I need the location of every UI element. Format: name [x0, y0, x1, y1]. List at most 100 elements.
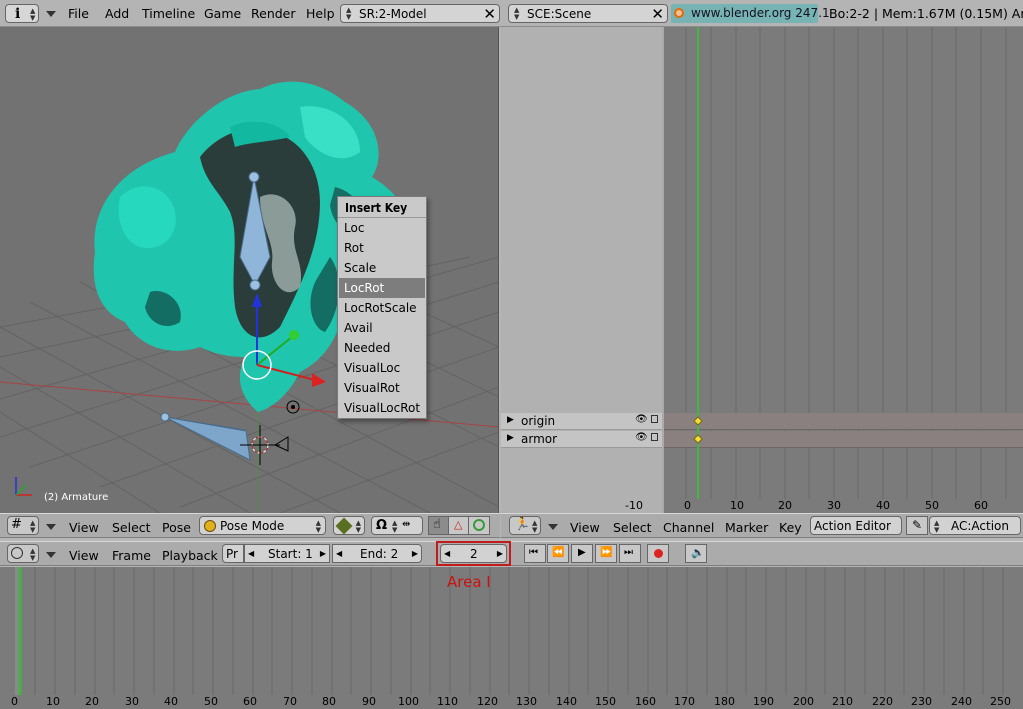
info-icon: i: [15, 6, 21, 22]
play-button[interactable]: ▶: [571, 544, 593, 563]
menu-item-loc[interactable]: Loc: [339, 218, 425, 238]
record-button[interactable]: [647, 544, 669, 563]
action-frame-ruler: -10 0 10 20 30 40 50 60: [625, 499, 988, 512]
rotate-manipulator[interactable]: [468, 516, 490, 535]
menu-pose[interactable]: Pose: [162, 520, 191, 535]
menu-item-scale[interactable]: Scale: [339, 258, 425, 278]
draw-type-selector[interactable]: ▲ ▼: [333, 516, 365, 535]
menu-item-avail[interactable]: Avail: [339, 318, 425, 338]
pin-toggle[interactable]: ✎: [906, 516, 928, 535]
preview-range-toggle[interactable]: Pr: [222, 544, 244, 563]
updown-icon: ▲ ▼: [355, 519, 361, 534]
keyframe-diamond[interactable]: [693, 416, 703, 426]
menu-view[interactable]: View: [570, 520, 600, 535]
updown-icon: ▲ ▼: [315, 519, 321, 534]
decrement-icon[interactable]: ◀: [248, 549, 254, 558]
action-editor[interactable]: ▶ origin 👁 ▶ armor 👁 -10 0 10 20 30 40 5…: [501, 27, 1023, 513]
next-key-button[interactable]: ⏩: [595, 544, 617, 563]
audio-sync-button[interactable]: 🔈: [685, 544, 707, 563]
top-menu-bar: i ▲ ▼ File Add Timeline Game Render Help …: [0, 0, 1023, 27]
pivot-selector[interactable]: Ω ▲ ▼ ⇹: [371, 516, 423, 535]
updown-icon: ▲ ▼: [30, 547, 36, 562]
scene-selector[interactable]: ▲ ▼ SCE:Scene ✕: [508, 4, 668, 23]
screen-selector[interactable]: ▲ ▼ SR:2-Model ✕: [340, 4, 500, 23]
jump-start-icon: ⏮: [529, 547, 538, 558]
end-frame-field[interactable]: ◀ End: 2 ▶: [332, 544, 422, 563]
menu-item-visuallocrot[interactable]: VisualLocRot: [339, 398, 425, 418]
snap-icon: ⇹: [402, 519, 411, 530]
menu-playback[interactable]: Playback: [162, 548, 218, 563]
menu-select[interactable]: Select: [112, 520, 151, 535]
menu-key[interactable]: Key: [779, 520, 802, 535]
lamp-object[interactable]: [286, 400, 300, 414]
timeline-frame-ruler: 0 10 20 30 40 50 60 70 80 90 100 110 120…: [0, 695, 1023, 709]
menu-item-rot[interactable]: Rot: [339, 238, 425, 258]
editor-mode-label: Action Editor: [814, 519, 891, 533]
menu-view[interactable]: View: [69, 520, 99, 535]
jump-end-icon: ⏭: [624, 547, 633, 558]
menu-marker[interactable]: Marker: [725, 520, 768, 535]
menu-item-locrotscale[interactable]: LocRotScale: [339, 298, 425, 318]
jump-start-button[interactable]: ⏮: [524, 544, 546, 563]
action-selector[interactable]: ▲ ▼ AC:Action: [929, 516, 1021, 535]
menu-game[interactable]: Game: [204, 6, 241, 21]
menu-item-needed[interactable]: Needed: [339, 338, 425, 358]
menu-file[interactable]: File: [68, 6, 89, 21]
editor-type-button[interactable]: 🏃 ▲ ▼: [509, 516, 541, 535]
pivot-icon: Ω: [376, 518, 388, 533]
collapse-menu-icon[interactable]: [46, 11, 56, 17]
menu-timeline[interactable]: Timeline: [142, 6, 195, 21]
manipulator-toggle[interactable]: ☝: [428, 516, 450, 535]
scene-name: SCE:Scene: [527, 7, 592, 21]
timeline-area[interactable]: 0 10 20 30 40 50 60 70 80 90 100 110 120…: [0, 567, 1023, 709]
grid-icon: #: [11, 517, 22, 532]
close-screen-icon[interactable]: ✕: [483, 5, 496, 23]
jump-end-button[interactable]: ⏭: [619, 544, 641, 563]
close-scene-icon[interactable]: ✕: [651, 5, 664, 23]
camera-object[interactable]: [273, 436, 289, 452]
menu-render[interactable]: Render: [251, 6, 296, 21]
decrement-icon[interactable]: ◀: [336, 549, 342, 558]
axis-gizmo: [15, 477, 32, 496]
editor-type-button[interactable]: ▲ ▼: [7, 544, 39, 563]
mode-selector[interactable]: Pose Mode ▲ ▼: [199, 516, 326, 535]
window-type-button[interactable]: i ▲ ▼: [5, 4, 39, 23]
start-frame-field[interactable]: ◀ Start: 1 ▶: [244, 544, 330, 563]
hand-icon: ☝: [433, 517, 441, 532]
insert-key-menu: Insert Key Loc Rot Scale LocRot LocRotSc…: [337, 196, 427, 419]
menu-help[interactable]: Help: [306, 6, 335, 21]
insert-key-title: Insert Key: [338, 197, 426, 218]
action-icon: 🏃: [514, 517, 531, 532]
editor-type-button[interactable]: # ▲ ▼: [7, 516, 39, 535]
action-editor-header: 🏃 ▲ ▼ View Select Channel Marker Key Acti…: [501, 513, 1023, 538]
increment-icon[interactable]: ▶: [320, 549, 326, 558]
editor-mode-selector[interactable]: Action Editor: [810, 516, 902, 535]
pose-mode-icon: [204, 520, 216, 532]
start-label: Start: 1: [268, 547, 313, 561]
menu-item-locrot[interactable]: LocRot: [339, 278, 425, 298]
translate-manipulator[interactable]: △: [448, 516, 470, 535]
menu-item-visualrot[interactable]: VisualRot: [339, 378, 425, 398]
menu-item-visualloc[interactable]: VisualLoc: [339, 358, 425, 378]
timeline-header: ▲ ▼ View Frame Playback Pr ◀ Start: 1 ▶ ◀…: [0, 541, 1023, 566]
menu-view[interactable]: View: [69, 548, 99, 563]
timeline-grid: [15, 567, 1004, 695]
keyframe-diamond[interactable]: [693, 434, 703, 444]
collapse-menu-icon[interactable]: [46, 552, 56, 558]
updown-icon: ▲ ▼: [392, 519, 398, 534]
blender-url[interactable]: www.blender.org 247.1: [671, 4, 830, 23]
menu-add[interactable]: Add: [105, 6, 129, 21]
prev-key-button[interactable]: ⏪: [547, 544, 569, 563]
menu-channel[interactable]: Channel: [663, 520, 714, 535]
updown-icon: ▲ ▼: [30, 7, 36, 22]
prev-key-icon: ⏪: [552, 547, 565, 558]
menu-frame[interactable]: Frame: [112, 548, 151, 563]
increment-icon[interactable]: ▶: [412, 549, 418, 558]
action-overlay: [693, 27, 703, 499]
bone-lower[interactable]: [160, 412, 251, 461]
collapse-menu-icon[interactable]: [548, 524, 558, 530]
menu-select[interactable]: Select: [613, 520, 652, 535]
collapse-menu-icon[interactable]: [46, 524, 56, 530]
shading-icon: [335, 517, 353, 535]
url-text: www.blender.org 247.1: [691, 6, 830, 20]
